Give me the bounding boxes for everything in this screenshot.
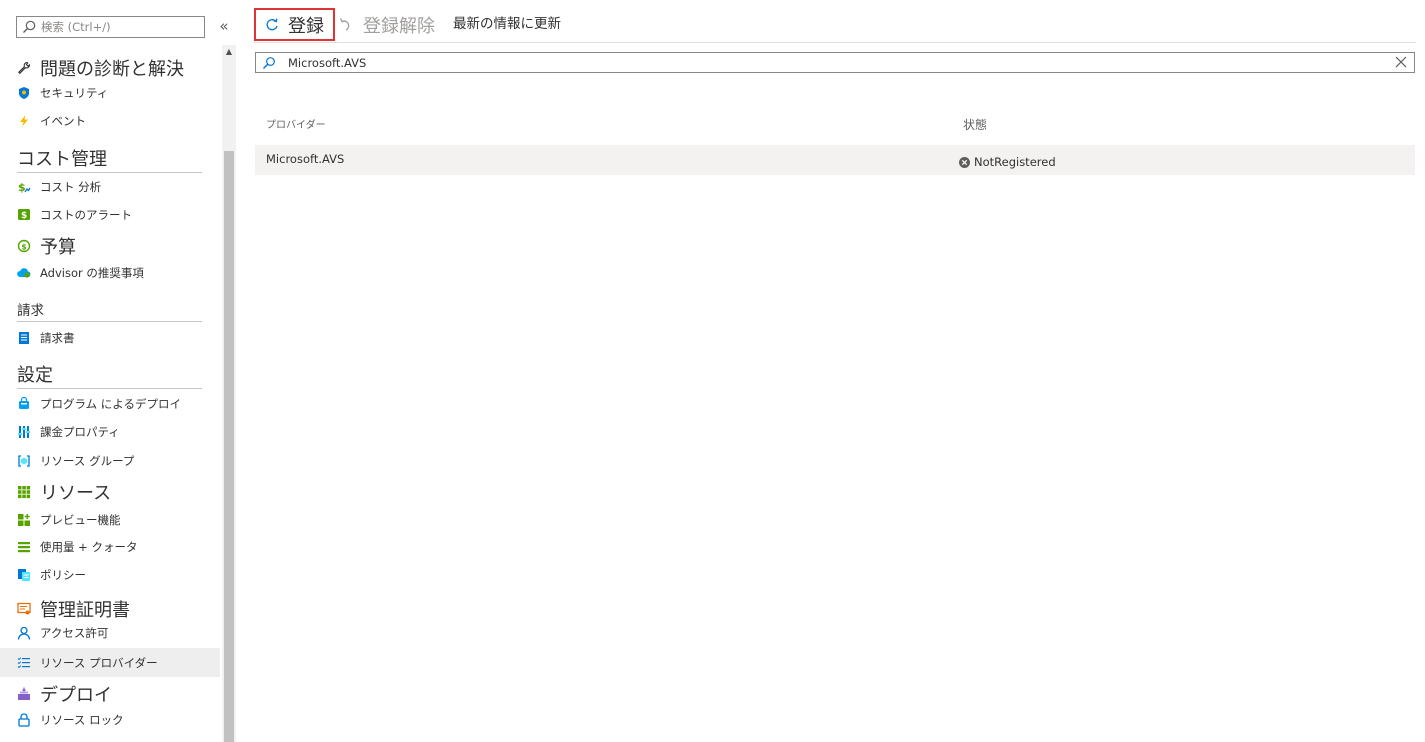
- sidebar-item-security[interactable]: セキュリティ: [0, 81, 220, 105]
- usage-quota-icon: [16, 539, 32, 555]
- bag-icon: [16, 396, 32, 412]
- sidebar-item-label: Advisor の推奨事項: [40, 266, 144, 280]
- grid-icon: [16, 484, 32, 500]
- sidebar-item-programmatic-deployment[interactable]: プログラム によるデプロイ: [0, 392, 220, 416]
- filter-box[interactable]: [255, 52, 1415, 73]
- close-icon[interactable]: [1394, 55, 1408, 69]
- toolbar-divider: [254, 42, 1416, 43]
- preview-features-icon: [16, 512, 32, 528]
- section-header-billing: 請求: [17, 302, 202, 322]
- policy-icon: [16, 567, 32, 583]
- sidebar-item-label: セキュリティ: [40, 86, 109, 100]
- sidebar-item-label: コストのアラート: [40, 208, 132, 222]
- invoice-icon: [16, 330, 32, 346]
- certificate-icon: [16, 601, 32, 617]
- shield-icon: [16, 85, 32, 101]
- filter-input[interactable]: [288, 55, 1388, 70]
- sidebar-item-label: 課金プロパティ: [40, 425, 120, 439]
- cost-analysis-icon: $: [16, 179, 32, 195]
- sidebar-item-management-certificates[interactable]: 管理証明書: [0, 595, 220, 623]
- sidebar-item-label: リソース: [40, 483, 112, 504]
- not-registered-icon: [959, 156, 970, 168]
- list-check-icon: [16, 655, 32, 671]
- sidebar-item-label: プレビュー機能: [40, 513, 121, 527]
- sidebar: « 問題の診断と解決 セキュリティ イベント コスト管理 $: [0, 0, 236, 742]
- sidebar-nav: 問題の診断と解決 セキュリティ イベント コスト管理 $ コスト 分析 $ コス…: [0, 0, 222, 742]
- status-cell: NotRegistered: [959, 155, 1056, 169]
- sidebar-item-label: デプロイ: [40, 685, 112, 706]
- unregister-label: 登録解除: [363, 16, 435, 37]
- sliders-icon: [16, 424, 32, 440]
- sidebar-item-my-permissions[interactable]: アクセス許可: [0, 621, 220, 645]
- sidebar-item-budgets[interactable]: $ 予算: [0, 232, 220, 260]
- svg-text:$: $: [21, 211, 27, 221]
- lightning-icon: [16, 113, 32, 129]
- sidebar-item-label: プログラム によるデプロイ: [40, 397, 181, 411]
- sidebar-item-resources[interactable]: リソース: [0, 478, 220, 506]
- sidebar-item-cost-alerts[interactable]: $ コストのアラート: [0, 203, 220, 227]
- lock-icon: [16, 712, 32, 728]
- undo-arrow-icon: [339, 18, 350, 31]
- sidebar-item-advisor[interactable]: Advisor の推奨事項: [0, 261, 220, 285]
- sidebar-item-cost-analysis[interactable]: $ コスト 分析: [0, 175, 220, 199]
- provider-name: Microsoft.AVS: [266, 152, 345, 166]
- section-header-settings: 設定: [17, 365, 202, 389]
- sidebar-item-label: 予算: [40, 237, 76, 258]
- sidebar-item-resource-groups[interactable]: リソース グループ: [0, 449, 220, 473]
- register-button[interactable]: 登録: [254, 8, 335, 41]
- sidebar-item-label: 請求書: [40, 331, 75, 345]
- wrench-icon: [16, 60, 32, 76]
- resource-group-icon: [16, 453, 32, 469]
- advisor-cloud-icon: [16, 265, 32, 281]
- sidebar-item-policies[interactable]: ポリシー: [0, 563, 220, 587]
- sidebar-item-label: リソース グループ: [40, 454, 135, 468]
- sidebar-item-invoices[interactable]: 請求書: [0, 326, 220, 350]
- main-content: 登録 登録解除 最新の情報に更新 プロバイダー 状態 Microsoft.AVS…: [236, 0, 1425, 742]
- refresh-button[interactable]: 最新の情報に更新: [453, 13, 561, 35]
- scrollbar-thumb[interactable]: [224, 151, 234, 742]
- sidebar-item-resource-providers[interactable]: リソース プロバイダー: [0, 648, 220, 677]
- sidebar-item-resource-locks[interactable]: リソース ロック: [0, 708, 220, 732]
- svg-text:$: $: [21, 242, 27, 251]
- sidebar-item-label: アクセス許可: [40, 626, 109, 640]
- sidebar-item-events[interactable]: イベント: [0, 109, 220, 133]
- sidebar-item-label: ポリシー: [40, 568, 86, 582]
- sidebar-item-label: リソース ロック: [40, 713, 124, 727]
- search-icon: [263, 56, 275, 69]
- sidebar-item-label: リソース プロバイダー: [40, 655, 158, 670]
- person-icon: [16, 625, 32, 641]
- section-header-cost: コスト管理: [17, 149, 202, 173]
- column-header-status[interactable]: 状態: [963, 116, 987, 133]
- sidebar-item-label: コスト 分析: [40, 180, 102, 194]
- sidebar-item-label: 問題の診断と解決: [40, 59, 184, 80]
- deploy-icon: [16, 686, 32, 702]
- status-text: NotRegistered: [974, 155, 1056, 169]
- sidebar-item-diagnose[interactable]: 問題の診断と解決: [0, 54, 220, 82]
- cost-alert-icon: $: [16, 207, 32, 223]
- sidebar-item-label: イベント: [40, 114, 86, 128]
- refresh-arrow-icon: [266, 17, 278, 30]
- sidebar-item-preview-features[interactable]: プレビュー機能: [0, 508, 220, 532]
- column-header-provider[interactable]: プロバイダー: [266, 116, 326, 131]
- sidebar-item-deployments[interactable]: デプロイ: [0, 680, 220, 708]
- scroll-up-arrow-icon[interactable]: ▲: [222, 45, 236, 59]
- register-label: 登録: [288, 15, 324, 37]
- unregister-button[interactable]: 登録解除: [339, 12, 435, 38]
- sidebar-item-billing-properties[interactable]: 課金プロパティ: [0, 420, 220, 444]
- sidebar-item-usage-quotas[interactable]: 使用量 + クォータ: [0, 535, 220, 559]
- svg-text:$: $: [18, 181, 26, 194]
- sidebar-item-label: 使用量 + クォータ: [40, 540, 138, 554]
- budget-icon: $: [16, 238, 32, 254]
- sidebar-scrollbar[interactable]: ▲: [222, 45, 236, 742]
- sidebar-item-label: 管理証明書: [40, 600, 130, 621]
- table-row[interactable]: Microsoft.AVS NotRegistered: [255, 145, 1415, 175]
